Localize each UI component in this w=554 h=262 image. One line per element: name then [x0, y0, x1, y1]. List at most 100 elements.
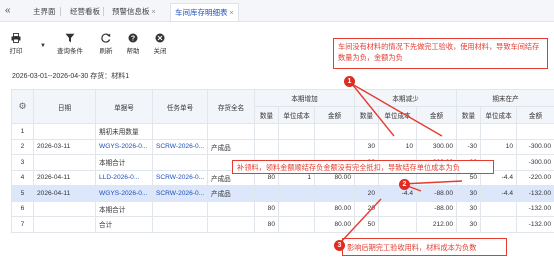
help-button[interactable]: ? 帮助: [119, 33, 147, 55]
in-amount-cell: 80.00: [314, 216, 355, 233]
in-qty-cell: [254, 123, 279, 140]
help-label: 帮助: [126, 48, 140, 55]
end-amount-cell: -132.00: [516, 200, 554, 217]
print-button[interactable]: 打印: [2, 33, 30, 55]
end-qty-cell: 30: [456, 185, 481, 202]
tab-home[interactable]: 主界面: [33, 5, 56, 18]
query-label: 查询条件: [57, 48, 83, 55]
task-no-cell[interactable]: SCRW-2026-0...: [152, 138, 208, 155]
header-out-unit-cost: 单位成本: [378, 106, 417, 124]
item-name-cell: 产成品: [207, 138, 255, 155]
print-dropdown-icon[interactable]: ▼: [40, 43, 46, 49]
in-qty-cell: 80: [254, 200, 279, 217]
task-no-cell[interactable]: SCRW-2026-0...: [152, 185, 208, 202]
annotation-note-3: 影响后期完工验收用料，材料成本为负数: [342, 238, 507, 256]
item-name-cell: [207, 123, 255, 140]
date-cell: 2026-03-11: [33, 138, 96, 155]
out-qty-cell: 20: [354, 185, 379, 202]
task-no-cell: [152, 216, 208, 233]
end-qty-cell: [456, 123, 481, 140]
end-qty-cell: -30: [456, 138, 481, 155]
end-unit-cost-cell: [480, 123, 517, 140]
out-amount-cell: -88.00: [416, 185, 457, 202]
end-unit-cost-cell: [480, 216, 517, 233]
end-qty-cell: 30: [456, 200, 481, 217]
help-icon: ?: [128, 33, 138, 43]
task-no-cell: [152, 123, 208, 140]
end-unit-cost-cell: -4.4: [480, 185, 517, 202]
doc-no-cell: 本期合计: [95, 154, 153, 171]
annotation-note-1: 车间没有材料的情况下先做完工验收，使用材料，导致车间结存数量为负，金额为负: [333, 38, 548, 69]
close-tab-icon[interactable]: ×: [152, 9, 156, 16]
out-amount-cell: 300.00: [416, 138, 457, 155]
task-no-cell: [152, 154, 208, 171]
date-cell: [33, 200, 96, 217]
doc-no-cell[interactable]: WGYS-2026-0...: [95, 138, 153, 155]
out-qty-cell: 30: [354, 138, 379, 155]
out-unit-cost-cell: [378, 200, 417, 217]
date-cell: [33, 123, 96, 140]
doc-no-cell: 本期合计: [95, 200, 153, 217]
in-amount-cell: [314, 138, 355, 155]
query-conditions-button[interactable]: 查询条件: [54, 33, 86, 55]
date-cell: 2026-04-11: [33, 185, 96, 202]
table-row[interactable]: 6 本期合计 80 80.00 20 -88.00 30 -132.00: [11, 200, 554, 217]
filter-icon: [65, 33, 75, 43]
row-index-cell: 1: [11, 123, 34, 140]
row-index-cell: 7: [11, 216, 34, 233]
tab-workshop-inventory[interactable]: 车间库存明细表 ×: [170, 3, 239, 21]
header-date: 日期: [33, 89, 96, 124]
task-no-cell[interactable]: SCRW-2026-0...: [152, 169, 208, 186]
in-unit-cost-cell: [278, 216, 315, 233]
item-name-cell: [207, 200, 255, 217]
end-qty-cell: 30: [456, 216, 481, 233]
out-unit-cost-cell: [378, 123, 417, 140]
table-row[interactable]: 1 期初未用数量: [11, 123, 554, 140]
header-group-decrease: 本期减少: [354, 89, 457, 107]
header-out-qty: 数量: [354, 106, 379, 124]
header-group-ending: 期末在产: [456, 89, 554, 107]
close-button[interactable]: 关闭: [146, 33, 174, 55]
header-out-amount: 金额: [416, 106, 457, 124]
end-amount-cell: -300.00: [516, 154, 554, 171]
out-unit-cost-cell: [378, 216, 417, 233]
doc-no-cell: 合计: [95, 216, 153, 233]
tab-divider: [103, 7, 104, 16]
header-end-amount: 金额: [516, 106, 554, 124]
table-row[interactable]: 5 2026-04-11 WGYS-2026-0... SCRW-2026-0... 产…: [11, 185, 554, 202]
refresh-button[interactable]: 刷新: [92, 33, 120, 55]
tab-label: 主界面: [33, 7, 56, 16]
in-unit-cost-cell: [278, 138, 315, 155]
end-amount-cell: -132.00: [516, 185, 554, 202]
table-row[interactable]: 2 2026-03-11 WGYS-2026-0... SCRW-2026-0... 产…: [11, 138, 554, 155]
doc-no-cell: 期初未用数量: [95, 123, 153, 140]
header-group-increase: 本期增加: [254, 89, 355, 107]
in-amount-cell: [314, 123, 355, 140]
end-amount-cell: -220.00: [516, 169, 554, 186]
header-item-name: 存货全名: [207, 89, 255, 124]
column-settings-header[interactable]: ⚙: [11, 89, 34, 124]
row-index-cell: 3: [11, 154, 34, 171]
in-unit-cost-cell: [278, 200, 315, 217]
doc-no-cell[interactable]: LLD-2026-0...: [95, 169, 153, 186]
tab-dashboard[interactable]: 经营看板: [70, 5, 100, 18]
in-qty-cell: 80: [254, 216, 279, 233]
annotation-badge-1: 1: [344, 76, 355, 87]
refresh-label: 刷新: [99, 48, 113, 55]
collapse-tabs-icon[interactable]: «: [5, 5, 15, 17]
doc-no-cell[interactable]: WGYS-2026-0...: [95, 185, 153, 202]
in-amount-cell: 80.00: [314, 200, 355, 217]
end-amount-cell: [516, 123, 554, 140]
row-index-cell: 4: [11, 169, 34, 186]
close-tab-icon[interactable]: ×: [230, 10, 234, 17]
table-row[interactable]: 7 合计 80 80.00 50 212.00 30 -132.00: [11, 216, 554, 233]
gear-icon[interactable]: ⚙: [18, 101, 26, 111]
close-label: 关闭: [153, 48, 167, 55]
out-amount-cell: 212.00: [416, 216, 457, 233]
header-in-qty: 数量: [254, 106, 279, 124]
header-end-qty: 数量: [456, 106, 481, 124]
out-qty-cell: [354, 123, 379, 140]
item-name-cell: 产成品: [207, 185, 255, 202]
row-index-cell: 2: [11, 138, 34, 155]
tab-alerts[interactable]: 预警信息板 ×: [112, 5, 156, 18]
